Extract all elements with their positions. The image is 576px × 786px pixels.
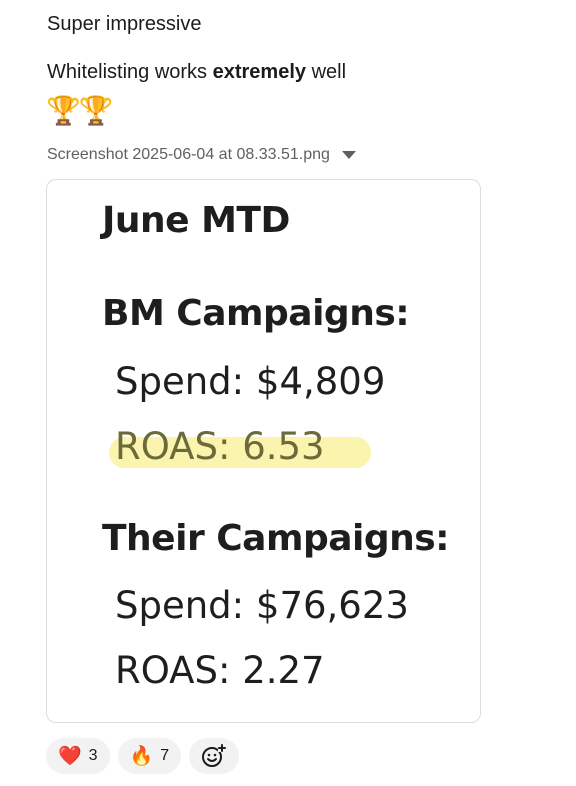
slack-message: Super impressive Whitelisting works extr… xyxy=(0,0,576,786)
reaction-heart[interactable]: ❤️ 3 xyxy=(46,738,110,774)
attachment-header[interactable]: Screenshot 2025-06-04 at 08.33.51.png xyxy=(47,146,356,164)
add-reaction-button[interactable] xyxy=(189,738,240,774)
chevron-down-icon[interactable] xyxy=(341,151,356,159)
bm-campaigns-heading: BM Campaigns: xyxy=(102,293,410,334)
bm-spend: Spend: $4,809 xyxy=(115,360,386,403)
reaction-count: 7 xyxy=(160,747,170,764)
text-segment: well xyxy=(306,61,347,83)
add-reaction-icon xyxy=(202,744,227,767)
bold-text: extremely xyxy=(212,61,307,83)
fire-icon: 🔥 xyxy=(129,745,154,767)
their-roas: ROAS: 2.27 xyxy=(115,649,325,692)
their-spend: Spend: $76,623 xyxy=(115,584,409,627)
image-title: June MTD xyxy=(102,200,290,241)
attachment-filename[interactable]: Screenshot 2025-06-04 at 08.33.51.png xyxy=(47,146,330,164)
heart-icon: ❤️ xyxy=(58,745,82,767)
reactions-bar: ❤️ 3 🔥 7 xyxy=(46,738,240,774)
text-segment: Whitelisting works xyxy=(47,61,213,83)
message-text-line: Super impressive xyxy=(47,13,202,35)
trophy-emoji: 🏆🏆 xyxy=(46,95,114,126)
their-campaigns-heading: Their Campaigns: xyxy=(102,518,450,559)
image-attachment[interactable]: June MTD BM Campaigns: Spend: $4,809 ROA… xyxy=(46,179,481,723)
reaction-fire[interactable]: 🔥 7 xyxy=(117,738,182,774)
reaction-count: 3 xyxy=(88,747,98,764)
message-text-line: Whitelisting works extremely well xyxy=(47,60,346,84)
bm-roas: ROAS: 6.53 xyxy=(115,425,325,468)
